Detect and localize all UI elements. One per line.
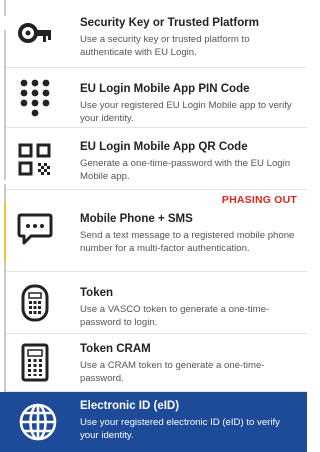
option-description: Send a text message to a registered mobi… [80, 230, 295, 255]
option-description: Use your registered EU Login Mobile app … [80, 100, 292, 125]
option-description: Use your registered electronic ID (eID) … [80, 417, 280, 442]
qr-code-icon [17, 142, 53, 178]
option-token-cram[interactable]: Token CRAM Use a CRAM token to generate … [6, 334, 307, 392]
option-title: Token [80, 287, 114, 299]
authentication-method-list: Security Key or Trusted Platform Use a s… [6, 0, 307, 392]
calculator-token-icon [17, 343, 53, 383]
option-description: Use a CRAM token to generate a one-time-… [80, 360, 265, 385]
option-description: Use a VASCO token to generate a one-time… [80, 304, 270, 329]
option-title: Security Key or Trusted Platform [80, 17, 259, 29]
keypad-icon [17, 78, 53, 118]
option-electronic-id[interactable]: Electronic ID (eID) Use your registered … [0, 392, 307, 452]
option-mobile-app-qr[interactable]: EU Login Mobile App QR Code Generate a o… [6, 128, 307, 190]
option-title: EU Login Mobile App QR Code [80, 141, 248, 153]
option-title: Electronic ID (eID) [80, 400, 180, 412]
option-token[interactable]: Token Use a VASCO token to generate a on… [6, 272, 307, 334]
option-title: Mobile Phone + SMS [80, 213, 193, 225]
option-description: Use a security key or trusted platform t… [80, 34, 250, 59]
sms-message-icon [17, 212, 53, 245]
option-title: EU Login Mobile App PIN Code [80, 83, 250, 95]
token-device-icon [17, 284, 53, 322]
key-icon [17, 14, 53, 50]
option-mobile-app-pin[interactable]: EU Login Mobile App PIN Code Use your re… [6, 68, 307, 128]
option-title: Token CRAM [80, 343, 151, 355]
option-description: Generate a one-time-password with the EU… [80, 158, 291, 183]
phasing-out-badge: PHASING OUT [221, 194, 297, 206]
option-security-key[interactable]: Security Key or Trusted Platform Use a s… [6, 0, 307, 68]
option-mobile-phone-sms[interactable]: PHASING OUT Mobile Phone + SMS Send a te… [6, 190, 307, 272]
globe-icon [18, 402, 58, 442]
